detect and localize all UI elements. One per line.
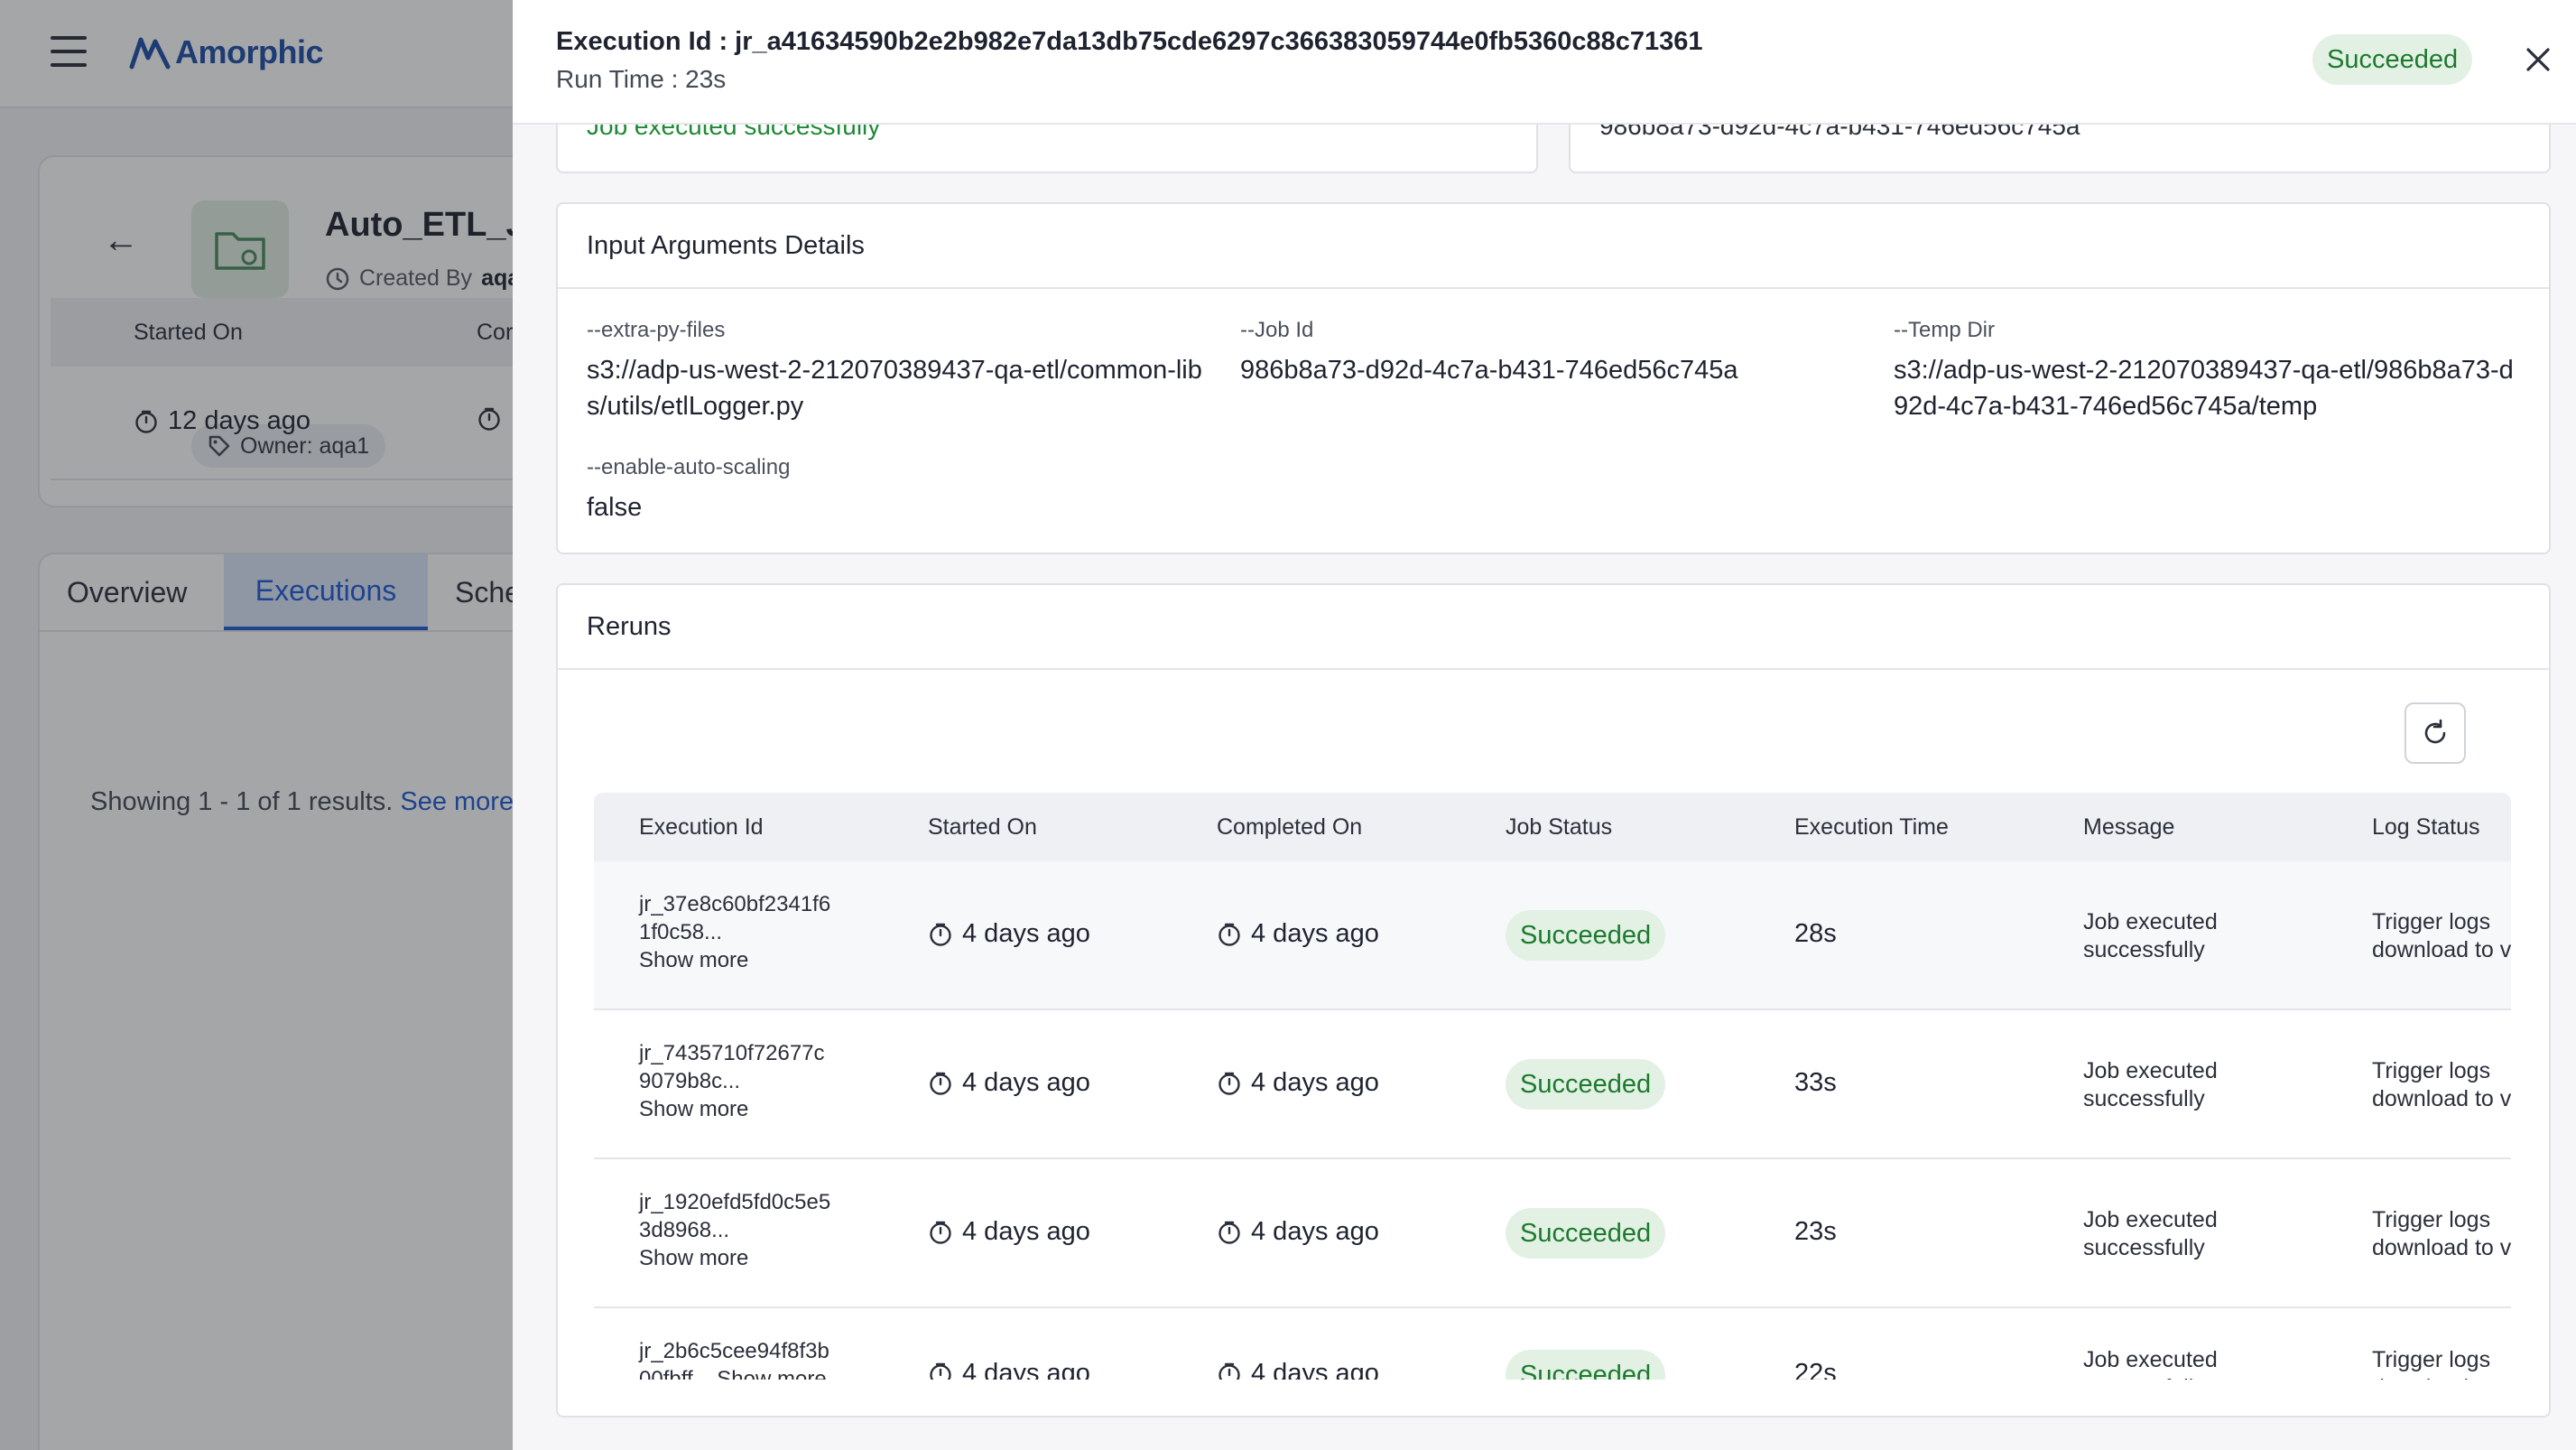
execution-id-line: jr_7435710f72677c (639, 1041, 825, 1065)
arg-value: 986b8a73-d92d-4c7a-b431-746ed56c745a (1240, 356, 1738, 385)
completed-on-cell: 4 days ago (1217, 919, 1379, 949)
show-more-link[interactable]: Show more (639, 946, 830, 974)
table-row[interactable]: jr_37e8c60bf2341f6 1f0c58... Show more 4… (594, 861, 2511, 1010)
arg-job-id: --Job Id 986b8a73-d92d-4c7a-b431-746ed56… (1240, 318, 1863, 388)
arg-label: --extra-py-files (587, 318, 726, 342)
timer-icon (930, 1221, 951, 1244)
started-on-cell: 4 days ago (928, 1359, 1090, 1380)
execution-time-cell: 33s (1794, 1068, 1837, 1097)
execution-time-cell: 28s (1794, 919, 1837, 948)
timer-icon (930, 1072, 951, 1095)
execution-id-line: 1f0c58... (639, 920, 723, 944)
completed-on-cell: 4 days ago (1217, 1359, 1379, 1380)
execution-id-line: jr_2b6c5cee94f8f3b (639, 1339, 829, 1363)
started-on-value: 4 days ago (962, 1359, 1090, 1380)
column-started-on[interactable]: Started On (928, 814, 1037, 841)
execution-id-cell: jr_1920efd5fd0c5e5 3d8968... Show more (639, 1188, 830, 1272)
started-on-cell: 4 days ago (928, 919, 1090, 949)
table-row[interactable]: jr_1920efd5fd0c5e5 3d8968... Show more 4… (594, 1159, 2511, 1308)
status-badge: Succeeded (1506, 910, 1666, 961)
timer-icon (1219, 923, 1240, 946)
message-cell: Job executed successfully (2083, 1207, 2218, 1260)
started-on-cell: 4 days ago (928, 1217, 1090, 1247)
arg-value: s3://adp-us-west-2-212070389437-qa-etl/c… (587, 356, 1202, 421)
execution-id-line: 3d8968... (639, 1218, 730, 1242)
run-time: Run Time : 23s (556, 65, 727, 93)
status-badge: Succeeded (1506, 1059, 1666, 1110)
arg-extra-py-files: --extra-py-files s3://adp-us-west-2-2120… (587, 318, 1209, 424)
message-cell: Job executed successfully (2083, 909, 2218, 962)
arg-temp-dir: --Temp Dir s3://adp-us-west-2-2120703894… (1894, 318, 2525, 424)
execution-id-line: 00fbff... Show more (639, 1367, 827, 1380)
input-arguments-card: Input Arguments Details --extra-py-files… (556, 202, 2551, 554)
completed-on-cell: 4 days ago (1217, 1217, 1379, 1247)
started-on-cell: 4 days ago (928, 1068, 1090, 1098)
card-divider (558, 668, 2549, 670)
reruns-table-header: Execution Id Started On Completed On Job… (594, 793, 2511, 861)
completed-on-value: 4 days ago (1251, 1359, 1379, 1380)
table-row[interactable]: jr_2b6c5cee94f8f3b 00fbff... Show more 4… (594, 1308, 2511, 1380)
log-status-cell[interactable]: Trigger logs download to v (2372, 1206, 2511, 1262)
log-status-cell[interactable]: Trigger logs download to v (2372, 1057, 2511, 1113)
started-on-value: 4 days ago (962, 1068, 1090, 1097)
close-button[interactable] (2515, 36, 2562, 83)
arg-label: --enable-auto-scaling (587, 455, 791, 479)
table-row[interactable]: jr_7435710f72677c 9079b8c... Show more 4… (594, 1010, 2511, 1159)
column-execution-id[interactable]: Execution Id (639, 814, 764, 841)
timer-icon (1219, 1072, 1240, 1095)
input-arguments-title: Input Arguments Details (587, 231, 865, 260)
arg-label: --Job Id (1240, 318, 1314, 342)
drawer-header: Execution Id : jr_a41634590b2e2b982e7da1… (513, 0, 2576, 125)
column-log-status[interactable]: Log Status (2372, 814, 2480, 841)
completed-on-cell: 4 days ago (1217, 1068, 1379, 1098)
arg-value: s3://adp-us-west-2-212070389437-qa-etl/9… (1894, 356, 2514, 421)
reruns-table: Execution Id Started On Completed On Job… (594, 793, 2511, 1380)
execution-id-title: Execution Id : jr_a41634590b2e2b982e7da1… (556, 27, 1703, 56)
completed-on-value: 4 days ago (1251, 1217, 1379, 1246)
close-icon (2526, 48, 2550, 71)
started-on-value: 4 days ago (962, 919, 1090, 948)
timer-icon (930, 923, 951, 946)
message-cell: Job executed successfully (2083, 1058, 2218, 1111)
execution-time-cell: 22s (1794, 1359, 1837, 1380)
timer-icon (1219, 1221, 1240, 1244)
log-status-cell[interactable]: Trigger logs download to v (2372, 908, 2511, 964)
column-job-status[interactable]: Job Status (1506, 814, 1612, 841)
arg-label: --Temp Dir (1894, 318, 1995, 342)
execution-id-line: jr_37e8c60bf2341f6 (639, 892, 831, 916)
execution-id-line: 9079b8c... (639, 1069, 741, 1093)
timer-icon (930, 1362, 951, 1380)
status-badge: Succeeded (1506, 1208, 1666, 1259)
reruns-title: Reruns (587, 612, 672, 641)
refresh-icon (2424, 719, 2446, 744)
arg-enable-auto-scaling: --enable-auto-scaling false (587, 455, 1209, 525)
started-on-value: 4 days ago (962, 1217, 1090, 1246)
column-completed-on[interactable]: Completed On (1217, 814, 1362, 841)
execution-id-cell: jr_7435710f72677c 9079b8c... Show more (639, 1039, 825, 1123)
execution-time-cell: 23s (1794, 1217, 1837, 1246)
execution-id-cell: jr_2b6c5cee94f8f3b 00fbff... Show more (639, 1337, 829, 1380)
log-status-cell[interactable]: Trigger logs download to v (2372, 1346, 2511, 1380)
show-more-link[interactable]: Show more (639, 1244, 830, 1272)
card-divider (558, 287, 2549, 289)
message-cell: Job executed successfully (2083, 1347, 2218, 1380)
completed-on-value: 4 days ago (1251, 1068, 1379, 1097)
execution-id-line: jr_1920efd5fd0c5e5 (639, 1190, 831, 1214)
refresh-button[interactable] (2405, 702, 2466, 764)
status-badge: Succeeded (2312, 34, 2473, 85)
status-badge: Succeeded (1506, 1350, 1666, 1380)
timer-icon (1219, 1362, 1240, 1380)
completed-on-value: 4 days ago (1251, 919, 1379, 948)
arg-value: false (587, 493, 643, 522)
column-execution-time[interactable]: Execution Time (1794, 814, 1949, 841)
column-message[interactable]: Message (2083, 814, 2174, 841)
execution-id-cell: jr_37e8c60bf2341f6 1f0c58... Show more (639, 890, 830, 974)
show-more-link[interactable]: Show more (639, 1095, 825, 1123)
